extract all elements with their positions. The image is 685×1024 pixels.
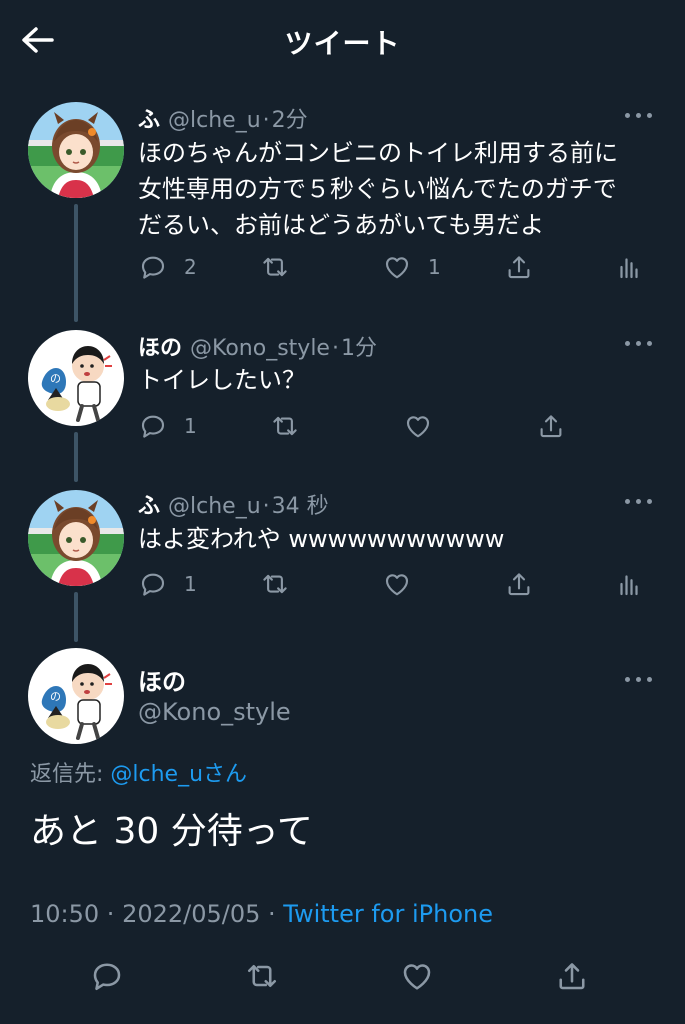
reply-count: 2: [184, 255, 197, 279]
analytics-icon: [614, 569, 644, 599]
display-name[interactable]: ほの: [138, 662, 186, 697]
like-icon: [403, 411, 433, 441]
user-handle[interactable]: @lche_u: [168, 108, 261, 133]
share-icon: [504, 569, 534, 599]
main-tweet-text: あと 30 分待って: [30, 811, 313, 852]
analytics-button[interactable]: [614, 252, 644, 282]
analytics-button[interactable]: [614, 569, 644, 599]
tweet-text-line: だるい、お前はどうあがいても男だよ: [138, 211, 545, 239]
tweet-text-line: ほのちゃんがコンビニのトイレ利用する前に: [138, 139, 618, 167]
display-name[interactable]: ほの: [138, 336, 182, 361]
separator-dot: ·: [99, 900, 123, 928]
share-button[interactable]: [504, 569, 534, 599]
analytics-icon: [614, 252, 644, 282]
tweet-text: ほのちゃんがコンビニのトイレ利用する前に 女性専用の方で５秒ぐらい悩んでたのガチ…: [138, 135, 658, 243]
page-title: ツイート: [284, 27, 401, 60]
main-tweet-actions: [0, 958, 685, 998]
reply-to-prefix: 返信先:: [30, 762, 111, 787]
reply-button[interactable]: 1: [138, 569, 197, 599]
display-name[interactable]: ふ: [138, 108, 160, 133]
tweet-header: ほの @Kono_style·1分: [138, 330, 377, 362]
retweet-button[interactable]: [260, 252, 290, 282]
cartoon-boy-avatar[interactable]: [28, 648, 124, 744]
thread-line: [74, 592, 78, 642]
share-button[interactable]: [554, 958, 590, 994]
like-button[interactable]: 1: [382, 252, 441, 282]
share-icon: [554, 958, 590, 994]
user-handle[interactable]: @lche_u: [168, 494, 261, 519]
tweet-time: 10:50: [30, 900, 100, 928]
retweet-icon: [270, 411, 300, 441]
like-count: 1: [428, 255, 441, 279]
retweet-button[interactable]: [260, 569, 290, 599]
like-button[interactable]: [403, 411, 433, 441]
reply-icon: [138, 569, 168, 599]
reply-icon: [138, 252, 168, 282]
more-dots-icon[interactable]: [625, 110, 655, 120]
like-icon: [382, 252, 412, 282]
tweet-time: 34 秒: [271, 494, 329, 519]
header-bar: ツイート: [0, 0, 685, 80]
separator-dot: ·: [262, 108, 270, 133]
separator-dot: ·: [262, 494, 270, 519]
reply-to-line: 返信先: @lche_uさん: [30, 756, 247, 788]
client-link[interactable]: Twitter for iPhone: [283, 900, 493, 928]
tweet-time: 1分: [340, 336, 377, 361]
share-button[interactable]: [504, 252, 534, 282]
tweet-actions: 2 1: [138, 252, 658, 286]
cartoon-boy-avatar[interactable]: [28, 330, 124, 426]
reply-to-handle-link[interactable]: @lche_u: [110, 762, 203, 787]
user-handle[interactable]: @Kono_style: [138, 698, 291, 726]
like-icon: [382, 569, 412, 599]
retweet-button[interactable]: [244, 958, 280, 994]
reply-button[interactable]: [89, 958, 125, 994]
tweet-header: ふ @lche_u·34 秒: [138, 488, 329, 520]
share-button[interactable]: [536, 411, 566, 441]
anime-girl-avatar[interactable]: [28, 490, 124, 586]
tweet-text-line: トイレしたい？: [138, 366, 306, 394]
retweet-icon: [244, 958, 280, 994]
retweet-button[interactable]: [270, 411, 300, 441]
thread-line: [74, 204, 78, 322]
user-handle[interactable]: @Kono_style: [190, 336, 330, 361]
separator-dot: ·: [331, 336, 339, 361]
reply-button[interactable]: 2: [138, 252, 197, 282]
like-icon: [399, 958, 435, 994]
more-dots-icon[interactable]: [625, 338, 655, 348]
reply-icon: [89, 958, 125, 994]
tweet-text: はよ変われや wwwwwwwwwww: [138, 521, 658, 557]
thread-line: [74, 432, 78, 482]
share-icon: [504, 252, 534, 282]
reply-count: 1: [184, 414, 197, 438]
like-button[interactable]: [382, 569, 412, 599]
retweet-icon: [260, 569, 290, 599]
tweet-actions: 1: [138, 569, 658, 603]
retweet-icon: [260, 252, 290, 282]
reply-button[interactable]: 1: [138, 411, 197, 441]
more-dots-icon[interactable]: [625, 496, 655, 506]
reply-count: 1: [184, 572, 197, 596]
tweet-actions: 1: [138, 411, 658, 445]
anime-girl-avatar[interactable]: [28, 102, 124, 198]
tweet-meta: 10:50 · 2022/05/05 · Twitter for iPhone: [30, 900, 493, 928]
like-button[interactable]: [399, 958, 435, 994]
tweet-text-line: はよ変われや wwwwwwwwwww: [138, 525, 505, 553]
tweet-date: 2022/05/05: [122, 900, 261, 928]
reply-to-suffix[interactable]: さん: [203, 762, 247, 787]
tweet-header: ふ @lche_u·2分: [138, 102, 308, 134]
display-name[interactable]: ふ: [138, 494, 160, 519]
separator-dot: ·: [260, 900, 284, 928]
reply-icon: [138, 411, 168, 441]
tweet-text-line: 女性専用の方で５秒ぐらい悩んでたのガチで: [138, 175, 617, 203]
more-dots-icon[interactable]: [625, 674, 655, 684]
tweet-time: 2分: [271, 108, 308, 133]
tweet-text: トイレしたい？: [138, 362, 658, 398]
share-icon: [536, 411, 566, 441]
